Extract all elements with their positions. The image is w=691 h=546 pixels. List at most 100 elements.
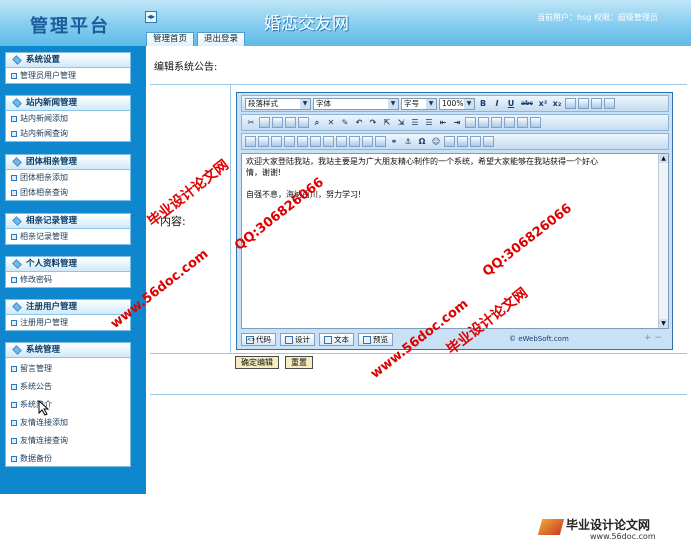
insert-emoticon-icon[interactable]: ☺ xyxy=(430,136,442,148)
mode-code-tab[interactable]: <> 代码 xyxy=(241,333,276,346)
scroll-down-icon[interactable]: ▼ xyxy=(659,319,668,328)
insert-image-icon[interactable] xyxy=(245,136,256,147)
find-icon[interactable]: ⌕ xyxy=(311,117,323,129)
image-icon[interactable] xyxy=(517,117,528,128)
sidebar-item-news-query[interactable]: 站内新闻查询 xyxy=(6,126,130,141)
menu-head-registered-users[interactable]: 注册用户管理 xyxy=(6,300,130,315)
clean-format-icon[interactable]: ✎ xyxy=(339,117,351,129)
insert-symbol-icon[interactable]: Ω xyxy=(416,136,428,148)
select-all-icon[interactable]: ⇱ xyxy=(381,117,393,129)
indent-icon[interactable]: ⇥ xyxy=(451,117,463,129)
menu-head-profile[interactable]: 个人资料管理 xyxy=(6,257,130,272)
insert-row-icon[interactable] xyxy=(310,136,321,147)
menu-head-label: 个人资料管理 xyxy=(26,259,78,269)
sidebar-item-admin-users[interactable]: 管理员用户管理 xyxy=(6,68,130,83)
insert-marquee-icon[interactable] xyxy=(375,136,386,147)
sidebar-item-link-add[interactable]: 友情连接添加 xyxy=(6,415,130,430)
submit-button[interactable]: 确定编辑 xyxy=(235,356,279,369)
tab-logout[interactable]: 退出登录 xyxy=(197,32,246,46)
editor-scrollbar[interactable]: ▲ ▼ xyxy=(658,154,668,328)
unordered-list-icon[interactable]: ☰ xyxy=(423,117,435,129)
align-center-icon[interactable] xyxy=(578,98,589,109)
rich-text-editor: 段落样式 字体 字号 100% B I U abc x² x₂ ✂ xyxy=(236,92,673,350)
insert-form-icon[interactable] xyxy=(336,136,347,147)
sidebar-item-label: 友情连接查询 xyxy=(20,436,68,445)
sidebar-item-dating-records[interactable]: 相亲记录管理 xyxy=(6,229,130,244)
background-color-icon[interactable] xyxy=(478,117,489,128)
paste-word-icon[interactable] xyxy=(298,117,309,128)
insert-flash-icon[interactable] xyxy=(258,136,269,147)
bullet-square-icon xyxy=(11,131,17,137)
editor-copyright[interactable]: © eWebSoft.com xyxy=(509,335,569,343)
scroll-up-icon[interactable]: ▲ xyxy=(659,154,668,163)
insert-date-icon[interactable] xyxy=(444,136,455,147)
align-left-icon[interactable] xyxy=(565,98,576,109)
sidebar-item-data-backup[interactable]: 数据备份 xyxy=(6,451,130,466)
italic-button[interactable]: I xyxy=(491,98,503,110)
editor-resize-icons[interactable]: + − xyxy=(644,333,662,343)
sidebar-item-group-dating-query[interactable]: 团体相亲查询 xyxy=(6,185,130,200)
paste-text-icon[interactable] xyxy=(285,117,296,128)
mode-text-tab[interactable]: 文本 xyxy=(319,333,354,346)
menu-head-group-dating[interactable]: 团体相亲管理 xyxy=(6,155,130,170)
menu-head-news[interactable]: 站内新闻管理 xyxy=(6,96,130,111)
paragraph-style-select[interactable]: 段落样式 xyxy=(245,97,311,110)
flash-icon[interactable] xyxy=(530,117,541,128)
subscript-button[interactable]: x₂ xyxy=(551,98,563,110)
copy-icon[interactable] xyxy=(259,117,270,128)
sidebar-item-messages[interactable]: 留言管理 xyxy=(6,361,130,376)
sidebar-toggle-icon[interactable]: ◂▸ xyxy=(145,11,157,23)
insert-time-icon[interactable] xyxy=(457,136,468,147)
font-color-icon[interactable] xyxy=(465,117,476,128)
cut-icon[interactable]: ✂ xyxy=(245,117,257,129)
insert-table-icon[interactable] xyxy=(297,136,308,147)
sidebar-item-label: 修改密码 xyxy=(20,275,52,284)
font-select[interactable]: 字体 xyxy=(313,97,399,110)
content-label: 内容: xyxy=(160,215,186,228)
underline-button[interactable]: U xyxy=(505,98,517,110)
reset-button[interactable]: 重置 xyxy=(285,356,313,369)
mode-preview-tab[interactable]: 预览 xyxy=(358,333,393,346)
menu-head-system-settings[interactable]: 系统设置 xyxy=(6,53,130,68)
fullscreen-icon[interactable] xyxy=(470,136,481,147)
menu-head-dating-records[interactable]: 相亲记录管理 xyxy=(6,214,130,229)
strikethrough-button[interactable]: abc xyxy=(519,98,535,110)
insert-file-icon[interactable] xyxy=(284,136,295,147)
bold-button[interactable]: B xyxy=(477,98,489,110)
superscript-button[interactable]: x² xyxy=(537,98,549,110)
align-justify-icon[interactable] xyxy=(604,98,615,109)
insert-hr-icon[interactable] xyxy=(362,136,373,147)
sidebar-item-news-add[interactable]: 站内新闻添加 xyxy=(6,111,130,126)
undo-icon[interactable]: ↶ xyxy=(353,117,365,129)
menu-group-news: 站内新闻管理 站内新闻添加 站内新闻查询 xyxy=(5,95,131,142)
insert-column-icon[interactable] xyxy=(323,136,334,147)
insert-link-icon[interactable]: ⚭ xyxy=(388,136,400,148)
sidebar-item-system-intro[interactable]: 系统简介 xyxy=(6,397,130,412)
sidebar-item-link-query[interactable]: 友情连接查询 xyxy=(6,433,130,448)
table-icon[interactable] xyxy=(491,117,502,128)
insert-media-icon[interactable] xyxy=(271,136,282,147)
redo-icon[interactable]: ↷ xyxy=(367,117,379,129)
layer-icon[interactable] xyxy=(504,117,515,128)
tab-admin-home[interactable]: 管理首页 xyxy=(146,32,195,46)
sidebar-item-group-dating-add[interactable]: 团体相亲添加 xyxy=(6,170,130,185)
sidebar-item-change-password[interactable]: 修改密码 xyxy=(6,272,130,287)
font-size-select[interactable]: 字号 xyxy=(401,97,437,110)
align-right-icon[interactable] xyxy=(591,98,602,109)
ordered-list-icon[interactable]: ☰ xyxy=(409,117,421,129)
menu-head-system-admin[interactable]: 系统管理 xyxy=(6,343,130,358)
delete-icon[interactable]: ✕ xyxy=(325,117,337,129)
paste-icon[interactable] xyxy=(272,117,283,128)
sidebar-item-registered-users[interactable]: 注册用户管理 xyxy=(6,315,130,330)
about-icon[interactable] xyxy=(483,136,494,147)
unselect-icon[interactable]: ⇲ xyxy=(395,117,407,129)
zoom-select[interactable]: 100% xyxy=(439,97,475,110)
editor-content-area[interactable]: 欢迎大家登陆我站，我站主要是为广大朋友精心制作的一个系统，希望大家能够在我站获得… xyxy=(241,153,669,329)
outdent-icon[interactable]: ⇤ xyxy=(437,117,449,129)
mode-design-tab[interactable]: 设计 xyxy=(280,333,315,346)
editor-toolbar-edit: ✂ ⌕ ✕ ✎ ↶ ↷ ⇱ ⇲ ☰ ☰ ⇤ ⇥ xyxy=(241,114,669,131)
sidebar-item-announcement[interactable]: 系统公告 xyxy=(6,379,130,394)
insert-anchor-icon[interactable]: ⚓ xyxy=(402,136,414,148)
insert-textbox-icon[interactable] xyxy=(349,136,360,147)
